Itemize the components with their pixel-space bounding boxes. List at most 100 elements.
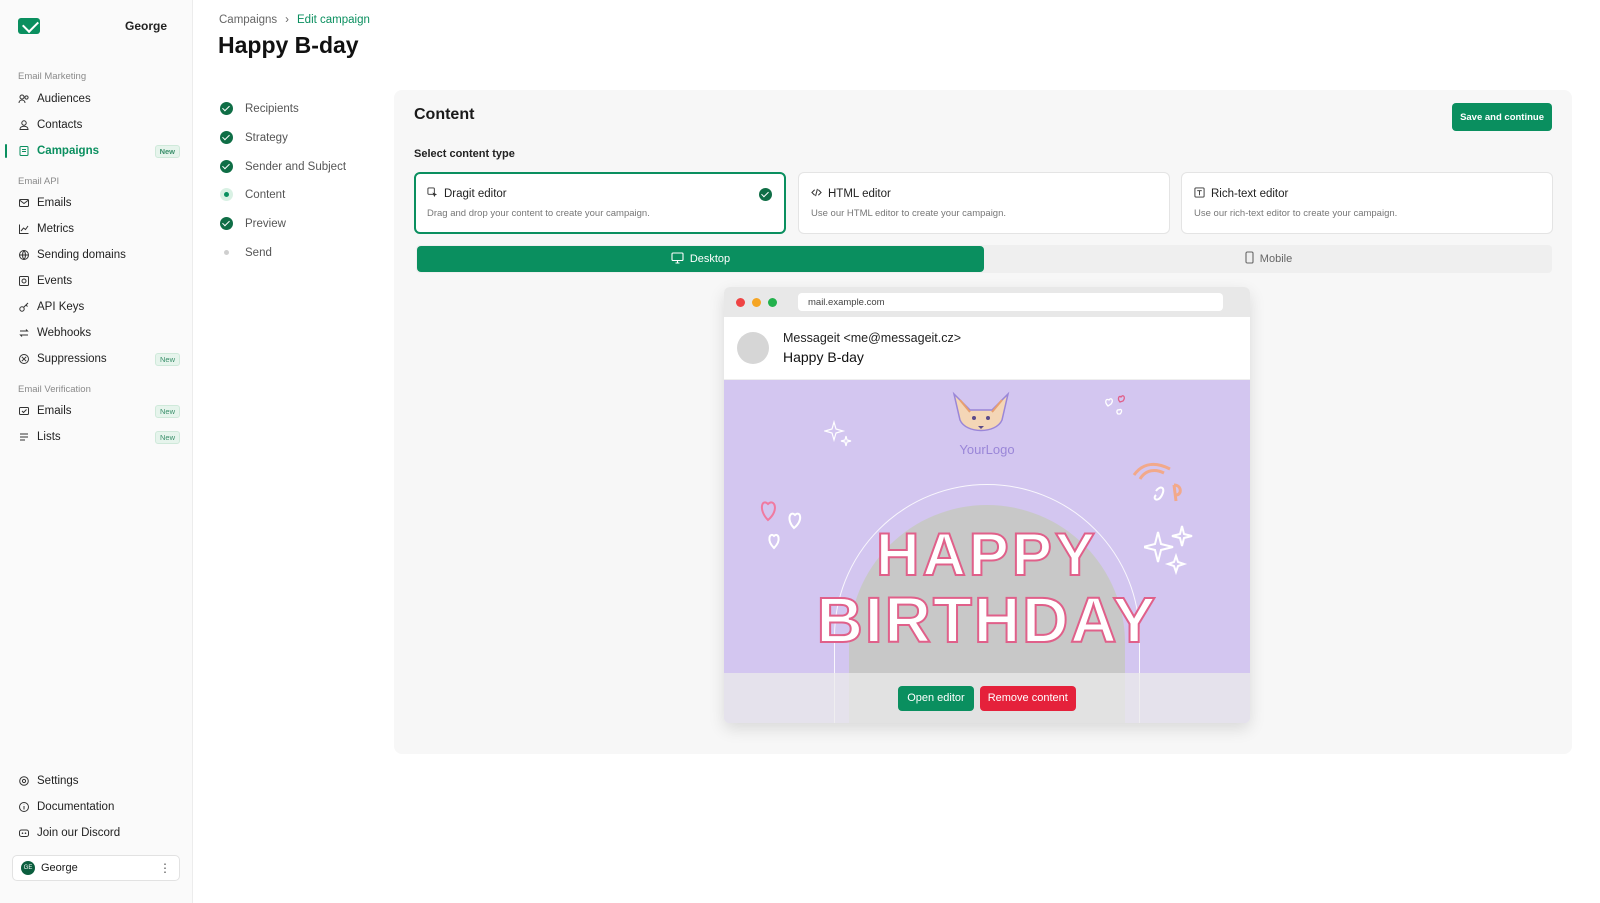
text-box-icon (1194, 187, 1205, 201)
desktop-tab[interactable]: Desktop (417, 246, 984, 272)
breadcrumb-campaigns[interactable]: Campaigns (219, 14, 277, 26)
option-description: Drag and drop your content to create you… (427, 208, 650, 219)
minimize-dot-icon (752, 297, 761, 307)
user-menu[interactable]: GE George ⋮ (12, 855, 180, 881)
content-panel: Content Save and continue Select content… (394, 90, 1572, 754)
suppressions-icon (18, 353, 30, 365)
sidebar-item-label: Emails (37, 197, 72, 209)
sidebar-item-label: Join our Discord (37, 827, 121, 839)
more-vertical-icon[interactable]: ⋮ (159, 861, 171, 875)
sidebar-item-metrics[interactable]: Metrics (18, 219, 180, 239)
sidebar-item-discord[interactable]: Join our Discord (18, 823, 180, 843)
sidebar-item-suppressions[interactable]: Suppressions New (18, 349, 180, 369)
step-sender-subject[interactable]: Sender and Subject (220, 160, 346, 173)
close-dot-icon (736, 297, 745, 307)
sidebar-item-emails[interactable]: Emails (18, 193, 180, 213)
mail-from: Messageit <me@messageit.cz> (783, 331, 962, 345)
option-title: HTML editor (828, 188, 891, 200)
discord-icon (18, 827, 30, 839)
banner-birthday-text: BIRTHDAY (816, 583, 1158, 657)
remove-content-button[interactable]: Remove content (979, 685, 1076, 711)
page-title: Happy B-day (218, 32, 359, 58)
check-circle-icon (220, 217, 233, 230)
active-indicator (5, 144, 7, 158)
campaigns-icon (18, 145, 30, 157)
option-description: Use our HTML editor to create your campa… (811, 208, 1007, 219)
device-toggle: Desktop Mobile (416, 245, 1552, 273)
docs-icon (18, 801, 30, 813)
sidebar-item-campaigns[interactable]: Campaigns New (18, 141, 180, 161)
drag-icon (427, 187, 438, 201)
step-label: Content (245, 188, 286, 201)
step-label: Sender and Subject (245, 160, 347, 173)
rich-text-editor-option[interactable]: Rich-text editor Use our rich-text edito… (1181, 172, 1553, 234)
audiences-icon (18, 93, 30, 105)
browser-bar: mail.example.com (724, 287, 1250, 317)
breadcrumb-edit-campaign: Edit campaign (297, 14, 370, 26)
step-label: Send (245, 246, 272, 259)
step-preview[interactable]: Preview (220, 217, 286, 230)
check-circle-icon (220, 160, 233, 173)
sidebar-item-settings[interactable]: Settings (18, 771, 180, 791)
sidebar-item-label: Suppressions (37, 353, 107, 365)
user-name: George (41, 862, 78, 874)
check-circle-icon (220, 102, 233, 115)
sidebar-item-lists[interactable]: Lists New (18, 427, 180, 447)
sidebar-item-label: Audiences (37, 93, 91, 105)
sidebar-item-events[interactable]: Events (18, 271, 180, 291)
sidebar-item-audiences[interactable]: Audiences (18, 89, 180, 109)
step-label: Preview (245, 217, 286, 230)
sidebar-item-label: Metrics (37, 223, 75, 235)
option-title: Rich-text editor (1211, 188, 1289, 200)
ribbon-decoration-icon (1132, 463, 1182, 502)
sidebar-item-label: Emails (37, 405, 72, 417)
editor-actions-overlay: Open editor Remove content (724, 673, 1250, 723)
new-badge: New (154, 352, 180, 366)
monitor-icon (671, 251, 684, 267)
mobile-tab[interactable]: Mobile (985, 245, 1552, 273)
hearts-icon (1105, 395, 1125, 415)
sidebar-item-sending-domains[interactable]: Sending domains (18, 245, 180, 265)
pending-step-icon (220, 246, 233, 259)
step-label: Strategy (245, 131, 288, 144)
breadcrumb: Campaigns › Edit campaign (219, 14, 370, 26)
brand-logo-icon[interactable] (18, 18, 40, 34)
sidebar-item-label: Settings (37, 775, 79, 787)
sidebar-item-label: Documentation (37, 801, 115, 813)
sidebar-item-label: Lists (37, 431, 61, 443)
content-title: Content (414, 106, 475, 123)
sidebar: George Email Marketing Audiences Contact… (0, 0, 193, 903)
mail-subject: Happy B-day (783, 349, 864, 365)
banner-happy-text: HAPPY (875, 520, 1098, 589)
maximize-dot-icon (768, 297, 777, 307)
email-preview-window: mail.example.com Messageit <me@messageit… (724, 287, 1250, 723)
sidebar-item-documentation[interactable]: Documentation (18, 797, 180, 817)
new-badge: New (154, 144, 180, 158)
html-editor-option[interactable]: HTML editor Use our HTML editor to creat… (798, 172, 1170, 234)
option-title: Dragit editor (444, 188, 507, 200)
step-strategy[interactable]: Strategy (220, 131, 288, 144)
open-editor-button[interactable]: Open editor (898, 685, 974, 711)
check-circle-icon (220, 131, 233, 144)
new-badge: New (154, 430, 180, 444)
step-recipients[interactable]: Recipients (220, 102, 299, 115)
mail-header: Messageit <me@messageit.cz> Happy B-day (724, 317, 1250, 380)
emails-icon (18, 197, 30, 209)
metrics-icon (18, 223, 30, 235)
new-badge: New (154, 404, 180, 418)
step-content[interactable]: Content (220, 188, 285, 201)
sidebar-item-verify-emails[interactable]: Emails New (18, 401, 180, 421)
step-label: Recipients (245, 102, 299, 115)
workspace-name[interactable]: George (125, 19, 167, 33)
sidebar-item-contacts[interactable]: Contacts (18, 115, 180, 135)
sidebar-item-label: Sending domains (37, 249, 126, 261)
save-and-continue-button[interactable]: Save and continue (1452, 103, 1552, 131)
sidebar-item-webhooks[interactable]: Webhooks (18, 323, 180, 343)
step-send[interactable]: Send (220, 246, 272, 259)
webhooks-icon (18, 327, 30, 339)
chevron-right-icon: › (285, 14, 290, 26)
sidebar-item-api-keys[interactable]: API Keys (18, 297, 180, 317)
current-step-icon (220, 188, 233, 201)
dragit-editor-option[interactable]: Dragit editor Drag and drop your content… (414, 172, 786, 234)
desktop-label: Desktop (689, 253, 731, 265)
